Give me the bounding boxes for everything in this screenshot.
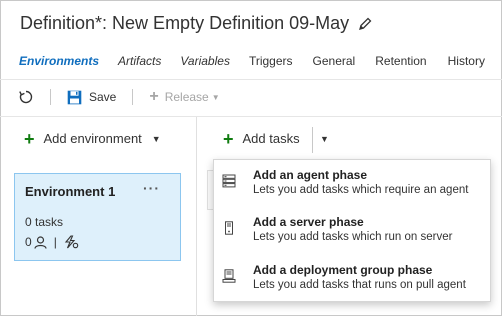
environment-name: Environment 1 [25,184,116,199]
split-button-divider [312,127,313,153]
title-row: Definition*: New Empty Definition 09-May [20,13,373,34]
page-title: Definition*: New Empty Definition 09-May [20,13,350,33]
menu-item-title: Add an agent phase [253,168,368,182]
menu-item-description: Lets you add tasks which run on server [253,231,453,243]
tab-retention[interactable]: Retention [375,54,426,68]
deployment-conditions-icon[interactable] [64,235,79,249]
add-phase-menu: Add an agent phase Lets you add tasks wh… [213,159,491,302]
chevron-down-icon: ▼ [211,92,220,102]
menu-item-title: Add a deployment group phase [253,263,433,277]
toolbar-top-divider [0,79,502,80]
tab-environments[interactable]: Environments [19,54,99,68]
chevron-down-icon[interactable]: ▼ [320,134,329,144]
agent-phase-icon [222,174,236,188]
approvers-count: 0 [25,235,32,249]
menu-item-deployment-group-phase[interactable]: Add a deployment group phase Lets you ad… [214,261,490,303]
plus-icon: + [149,88,159,105]
toolbar: Save + Release ▼ [18,88,220,106]
save-icon [67,90,82,105]
release-label: Release [164,90,209,104]
tab-bar: Environments Artifacts Variables Trigger… [19,54,485,68]
add-tasks-button[interactable]: + Add tasks [223,128,300,149]
meta-separator: | [53,235,57,249]
menu-item-title: Add a server phase [253,215,364,229]
add-tasks-label: Add tasks [242,131,300,146]
menu-item-agent-phase[interactable]: Add an agent phase Lets you add tasks wh… [214,166,490,208]
environment-card[interactable]: Environment 1 ··· 0 tasks 0 | [14,173,181,261]
release-button[interactable]: + Release ▼ [149,88,220,105]
person-icon[interactable] [34,235,47,249]
chevron-down-icon[interactable]: ▼ [152,134,161,144]
save-button[interactable]: Save [67,90,116,105]
add-environment-label: Add environment [43,131,142,146]
refresh-icon[interactable] [18,89,34,105]
tab-variables[interactable]: Variables [180,54,230,68]
environment-task-count: 0 tasks [25,215,64,229]
environment-meta: 0 | [25,235,79,249]
tab-general[interactable]: General [313,54,356,68]
menu-item-description: Lets you add tasks which require an agen… [253,184,469,196]
toolbar-divider [132,89,134,105]
more-options-icon[interactable]: ··· [143,180,160,196]
tab-artifacts[interactable]: Artifacts [118,54,161,68]
plus-icon: + [223,128,234,149]
plus-icon: + [24,128,35,149]
save-label: Save [89,90,117,104]
pencil-icon[interactable] [357,16,373,32]
add-environment-button[interactable]: + Add environment ▼ [24,128,161,149]
tab-triggers[interactable]: Triggers [249,54,293,68]
tab-history[interactable]: History [448,54,485,68]
deployment-group-icon [222,269,236,283]
toolbar-divider [50,89,51,105]
menu-item-description: Lets you add tasks that runs on pull age… [253,279,466,291]
server-phase-icon [222,221,236,235]
menu-item-server-phase[interactable]: Add a server phase Lets you add tasks wh… [214,213,490,255]
